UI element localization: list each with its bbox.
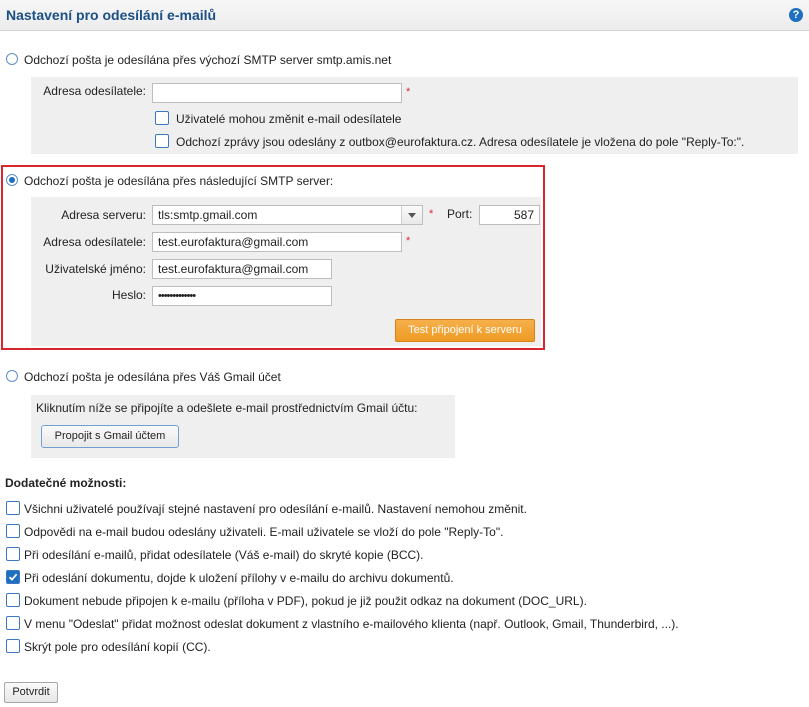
additional-checkbox-4[interactable] <box>6 570 20 584</box>
username-input[interactable]: test.eurofaktura@gmail.com <box>152 259 332 279</box>
required-mark: * <box>406 86 411 98</box>
users-can-change-label: Uživatelé mohou změnit e-mail odesílatel… <box>176 112 402 126</box>
additional-label-3: Při odesílání e-mailů, přidat odesílatel… <box>24 548 424 562</box>
test-connection-button[interactable]: Test připojení k serveru <box>395 319 535 342</box>
additional-label-4: Při odeslání dokumentu, dojde k uložení … <box>24 571 454 585</box>
additional-label-2: Odpovědi na e-mail budou odeslány uživat… <box>24 525 504 539</box>
additional-checkbox-5[interactable] <box>6 593 20 607</box>
users-can-change-checkbox[interactable] <box>155 111 169 125</box>
connect-gmail-button[interactable]: Propojit s Gmail účtem <box>41 425 179 448</box>
additional-label-6: V menu "Odeslat" přidat možnost odeslat … <box>24 617 679 631</box>
smtp-default-radio[interactable] <box>6 53 18 65</box>
required-mark: * <box>406 235 411 247</box>
port-input[interactable]: 587 <box>479 205 540 225</box>
smtp-custom-label: Odchozí pošta je odesílána přes následuj… <box>24 174 334 188</box>
smtp-default-label: Odchozí pošta je odesílána přes výchozí … <box>24 53 392 67</box>
custom-sender-label: Adresa odesílatele: <box>43 235 146 249</box>
server-value: tls:smtp.gmail.com <box>158 208 258 222</box>
chevron-down-icon[interactable] <box>401 206 422 224</box>
additional-label-1: Všichni uživatelé používají stejné nasta… <box>24 502 527 516</box>
password-label: Heslo: <box>111 288 146 302</box>
additional-options-title: Dodatečné možnosti: <box>5 476 127 490</box>
smtp-custom-radio[interactable] <box>6 174 18 186</box>
additional-label-5: Dokument nebude připojen k e-mailu (příl… <box>24 594 587 608</box>
gmail-label: Odchozí pošta je odesílána přes Váš Gmai… <box>24 370 281 384</box>
default-sender-input[interactable] <box>152 83 402 103</box>
outbox-checkbox[interactable] <box>155 134 169 148</box>
username-label: Uživatelské jméno: <box>45 262 146 276</box>
checkmark-icon <box>8 573 18 581</box>
additional-checkbox-1[interactable] <box>6 501 20 515</box>
required-mark: * <box>429 208 434 220</box>
help-icon[interactable]: ? <box>789 8 803 22</box>
gmail-radio[interactable] <box>6 370 18 382</box>
default-sender-label: Adresa odesílatele: <box>43 84 146 98</box>
additional-label-7: Skrýt pole pro odesílání kopií (CC). <box>24 640 211 654</box>
submit-button[interactable]: Potvrdit <box>4 682 58 703</box>
port-label: Port: <box>447 207 473 221</box>
additional-checkbox-7[interactable] <box>6 639 20 653</box>
gmail-info: Kliknutím níže se připojíte a odešlete e… <box>36 401 418 415</box>
additional-checkbox-3[interactable] <box>6 547 20 561</box>
password-input[interactable]: ••••••••••••• <box>152 286 332 306</box>
additional-checkbox-6[interactable] <box>6 616 20 630</box>
server-label: Adresa serveru: <box>61 208 146 222</box>
custom-sender-input[interactable]: test.eurofaktura@gmail.com <box>152 232 402 252</box>
page-title: Nastavení pro odesílání e-mailů <box>6 7 217 23</box>
server-select[interactable]: tls:smtp.gmail.com <box>152 205 423 225</box>
additional-checkbox-2[interactable] <box>6 524 20 538</box>
outbox-label: Odchozí zprávy jsou odeslány z outbox@eu… <box>176 135 745 149</box>
